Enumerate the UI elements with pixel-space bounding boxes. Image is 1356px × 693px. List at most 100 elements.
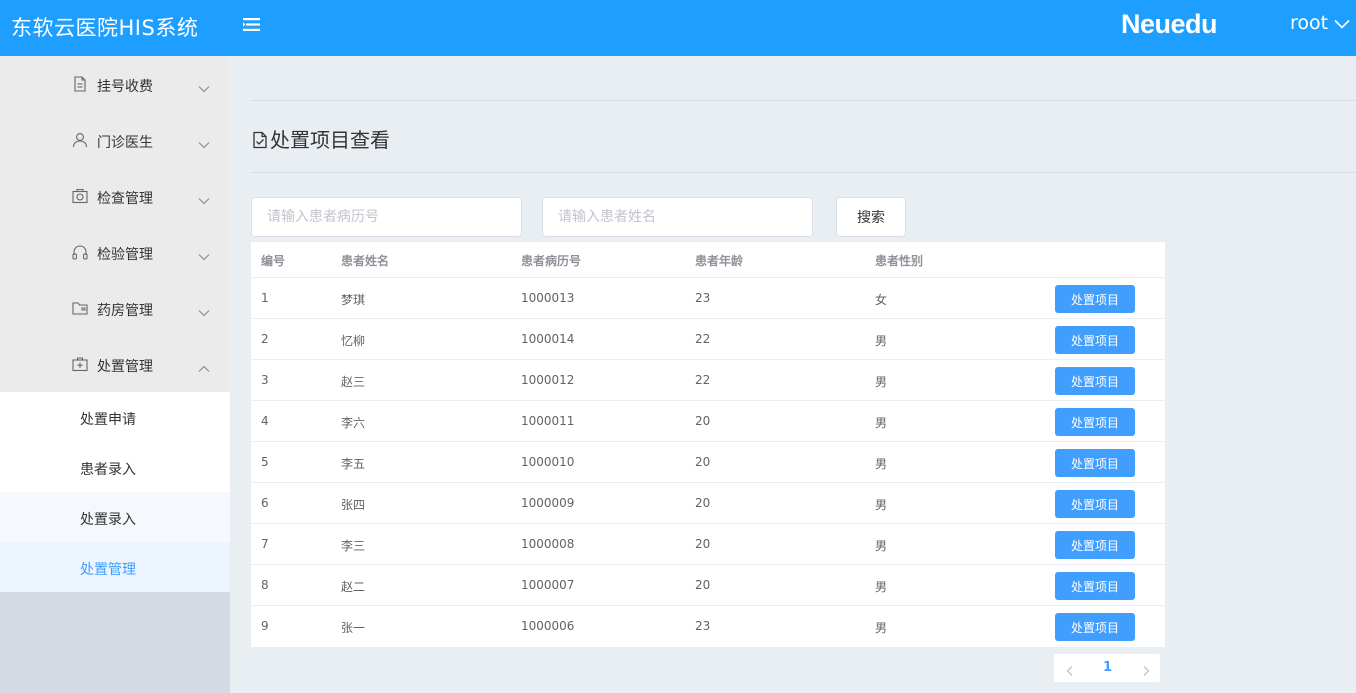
cell-id: 8 xyxy=(261,578,269,592)
sidebar-group-lab-test[interactable]: 检验管理 xyxy=(0,224,230,280)
page-title: 处置项目查看 xyxy=(252,124,390,153)
sidebar-group-label: 药房管理 xyxy=(97,303,153,319)
table-row: 5 李五 1000010 20 男 处置项目 xyxy=(251,442,1165,483)
cell-record-number: 1000006 xyxy=(521,619,575,633)
sidebar-item-treatment-entry[interactable]: 处置录入 xyxy=(0,492,230,542)
cell-record-number: 1000013 xyxy=(521,291,575,305)
search-button[interactable]: 搜索 xyxy=(836,197,906,237)
chevron-down-icon xyxy=(198,78,210,93)
sidebar-item-label: 处置录入 xyxy=(80,512,136,528)
cell-name: 张一 xyxy=(341,621,366,635)
cell-age: 20 xyxy=(695,537,711,551)
cell-record-number: 1000014 xyxy=(521,332,575,346)
cell-name: 李五 xyxy=(341,457,366,471)
pagination: 1 xyxy=(1054,654,1160,682)
title-divider xyxy=(251,172,1356,173)
table-row: 7 李三 1000008 20 男 处置项目 xyxy=(251,524,1165,565)
sidebar-group-treatment[interactable]: 处置管理 xyxy=(0,336,230,392)
cell-record-number: 1000010 xyxy=(521,455,575,469)
chevron-down-icon xyxy=(198,302,210,317)
sidebar-group-outpatient-doctor[interactable]: 门诊医生 xyxy=(0,112,230,168)
sidebar-item-label: 处置申请 xyxy=(80,412,136,428)
sidebar-item-treatment-apply[interactable]: 处置申请 xyxy=(0,392,230,442)
chevron-down-icon xyxy=(1334,12,1350,34)
table-row: 9 张一 1000006 23 男 处置项目 xyxy=(251,606,1165,647)
cell-age: 20 xyxy=(695,414,711,428)
treatment-items-button[interactable]: 处置项目 xyxy=(1055,531,1135,559)
chevron-down-icon xyxy=(198,246,210,261)
treatment-items-button[interactable]: 处置项目 xyxy=(1055,326,1135,354)
cell-record-number: 1000007 xyxy=(521,578,575,592)
sidebar-group-label: 门诊医生 xyxy=(97,135,153,151)
user-menu[interactable]: root xyxy=(1290,12,1350,34)
record-number-input[interactable] xyxy=(251,197,522,237)
chevron-down-icon xyxy=(198,190,210,205)
cell-age: 22 xyxy=(695,373,711,387)
cell-name: 赵二 xyxy=(341,580,366,594)
cell-id: 3 xyxy=(261,373,269,387)
cell-id: 6 xyxy=(261,496,269,510)
sidebar-group-label: 挂号收费 xyxy=(97,79,153,95)
sidebar-group-examination[interactable]: 检查管理 xyxy=(0,168,230,224)
sidebar-group-label: 处置管理 xyxy=(97,359,153,375)
cell-gender: 女 xyxy=(875,293,888,307)
column-header-age: 患者年龄 xyxy=(695,254,744,268)
cell-id: 2 xyxy=(261,332,269,346)
app-title: 东软云医院HIS系统 xyxy=(11,16,199,40)
treatment-items-button[interactable]: 处置项目 xyxy=(1055,572,1135,600)
column-header-name: 患者姓名 xyxy=(341,254,390,268)
treatment-items-button[interactable]: 处置项目 xyxy=(1055,367,1135,395)
chevron-right-icon[interactable] xyxy=(1140,662,1152,676)
column-header-record-number: 患者病历号 xyxy=(521,254,582,268)
cell-record-number: 1000008 xyxy=(521,537,575,551)
treatment-items-button[interactable]: 处置项目 xyxy=(1055,408,1135,436)
column-header-gender: 患者性别 xyxy=(875,254,924,268)
cell-age: 20 xyxy=(695,578,711,592)
sidebar-item-patient-entry[interactable]: 患者录入 xyxy=(0,442,230,492)
cell-gender: 男 xyxy=(875,375,888,389)
table-row: 8 赵二 1000007 20 男 处置项目 xyxy=(251,565,1165,606)
cell-gender: 男 xyxy=(875,539,888,553)
treatment-items-button[interactable]: 处置项目 xyxy=(1055,285,1135,313)
sidebar-group-pharmacy[interactable]: 药房管理 xyxy=(0,280,230,336)
document-icon xyxy=(72,76,88,92)
cell-name: 忆柳 xyxy=(341,334,366,348)
page-number-current[interactable]: 1 xyxy=(1103,660,1112,675)
table-row: 1 梦琪 1000013 23 女 处置项目 xyxy=(251,278,1165,319)
user-name: root xyxy=(1290,12,1329,34)
cell-age: 23 xyxy=(695,291,711,305)
cell-age: 22 xyxy=(695,332,711,346)
cell-record-number: 1000009 xyxy=(521,496,575,510)
cell-age: 20 xyxy=(695,455,711,469)
treatment-items-button[interactable]: 处置项目 xyxy=(1055,449,1135,477)
cell-record-number: 1000012 xyxy=(521,373,575,387)
sidebar-group-label: 检验管理 xyxy=(97,247,153,263)
cell-gender: 男 xyxy=(875,580,888,594)
chevron-up-icon xyxy=(198,358,210,372)
cell-id: 4 xyxy=(261,414,269,428)
sidebar-group-registration[interactable]: 挂号收费 xyxy=(0,56,230,112)
cell-name: 赵三 xyxy=(341,375,366,389)
chevron-left-icon[interactable] xyxy=(1064,662,1076,676)
treatment-items-button[interactable]: 处置项目 xyxy=(1055,490,1135,518)
sidebar-group-label: 检查管理 xyxy=(97,191,153,207)
menu-toggle-icon[interactable] xyxy=(243,17,260,32)
cell-name: 梦琪 xyxy=(341,293,366,307)
treatment-items-button[interactable]: 处置项目 xyxy=(1055,613,1135,641)
cell-record-number: 1000011 xyxy=(521,414,575,428)
camera-icon xyxy=(72,188,88,204)
top-divider xyxy=(251,100,1356,101)
sidebar-item-treatment-manage[interactable]: 处置管理 xyxy=(0,542,230,592)
table-row: 4 李六 1000011 20 男 处置项目 xyxy=(251,401,1165,442)
table-header: 编号 患者姓名 患者病历号 患者年龄 患者性别 xyxy=(251,242,1165,278)
cell-id: 5 xyxy=(261,455,269,469)
patient-name-input[interactable] xyxy=(542,197,813,237)
cell-name: 李六 xyxy=(341,416,366,430)
column-header-id: 编号 xyxy=(261,254,286,268)
table-row: 6 张四 1000009 20 男 处置项目 xyxy=(251,483,1165,524)
table-row: 2 忆柳 1000014 22 男 处置项目 xyxy=(251,319,1165,360)
folder-icon xyxy=(72,300,88,316)
cell-gender: 男 xyxy=(875,457,888,471)
medkit-icon xyxy=(72,356,88,372)
sidebar: 挂号收费 门诊医生 检查管理 检验管理 药房管理 处置管理 处置申请 患者录入 … xyxy=(0,56,230,693)
